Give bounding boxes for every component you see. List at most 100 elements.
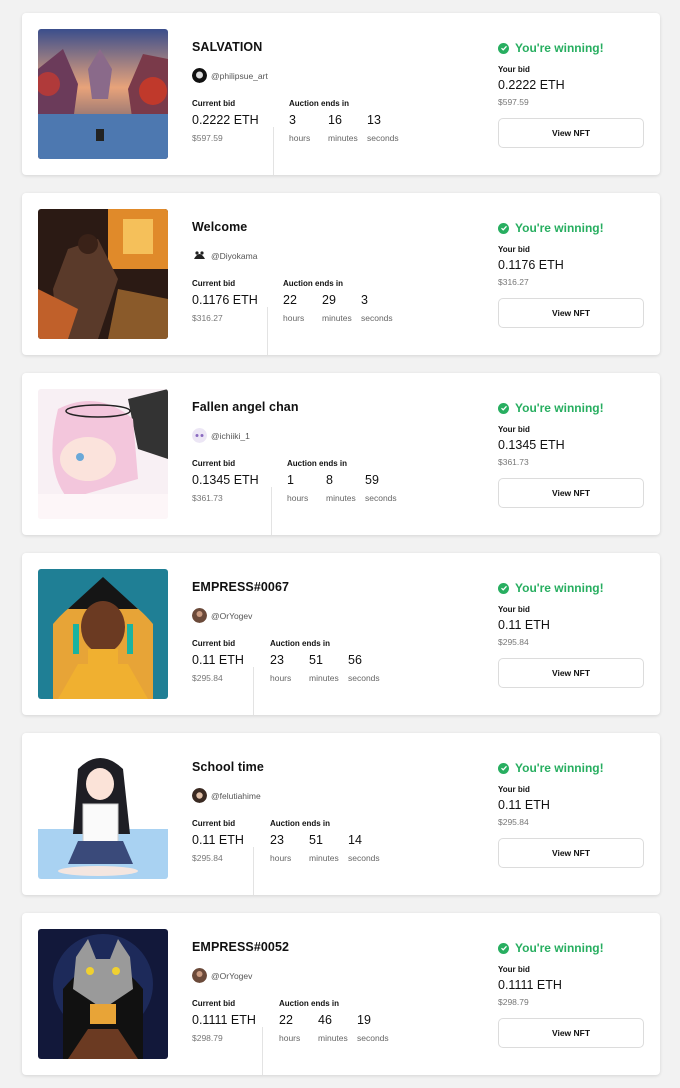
- seconds-value: 14: [348, 833, 362, 847]
- seconds-label: seconds: [367, 133, 399, 143]
- hours-value: 23: [270, 833, 284, 847]
- current-bid-label: Current bid: [192, 459, 236, 468]
- winning-text: You're winning!: [515, 941, 604, 955]
- nft-title[interactable]: EMPRESS#0067: [192, 580, 289, 594]
- your-bid-usd: $298.79: [498, 997, 529, 1007]
- nft-card: Fallen angel chan @ichiiki_1 Current bid…: [22, 373, 660, 535]
- seconds-value: 3: [361, 293, 368, 307]
- your-bid-usd: $295.84: [498, 637, 529, 647]
- your-bid-eth: 0.2222 ETH: [498, 78, 565, 92]
- nft-thumbnail[interactable]: [38, 29, 168, 159]
- nft-thumbnail[interactable]: [38, 389, 168, 519]
- check-circle-icon: [498, 942, 509, 954]
- creator[interactable]: @philipsue_art: [192, 68, 268, 83]
- minutes-label: minutes: [322, 313, 352, 323]
- minutes-value: 51: [309, 833, 323, 847]
- creator[interactable]: @OrYogev: [192, 608, 252, 623]
- hours-value: 3: [289, 113, 296, 127]
- seconds-label: seconds: [365, 493, 397, 503]
- current-bid-label: Current bid: [192, 99, 236, 108]
- current-bid-usd: $361.73: [192, 493, 223, 503]
- minutes-value: 51: [309, 653, 323, 667]
- seconds-label: seconds: [361, 313, 393, 323]
- hours-label: hours: [287, 493, 309, 503]
- nft-thumbnail[interactable]: [38, 749, 168, 879]
- nft-title[interactable]: Welcome: [192, 220, 247, 234]
- current-bid-usd: $597.59: [192, 133, 223, 143]
- nft-title[interactable]: Fallen angel chan: [192, 400, 299, 414]
- auction-timer: Auction ends in 22 hours 29 minutes 3 secon…: [283, 279, 393, 323]
- current-bid: Current bid 0.1345 ETH $361.73: [192, 459, 259, 503]
- creator[interactable]: @OrYogev: [192, 968, 252, 983]
- creator[interactable]: @felutiahime: [192, 788, 261, 803]
- winning-status: You're winning!: [498, 401, 604, 415]
- hours-label: hours: [270, 673, 292, 683]
- your-bid-label: Your bid: [498, 965, 530, 974]
- winning-status: You're winning!: [498, 941, 604, 955]
- your-bid-usd: $316.27: [498, 277, 529, 287]
- winning-text: You're winning!: [515, 761, 604, 775]
- check-circle-icon: [498, 762, 509, 774]
- creator-handle: @Diyokama: [211, 250, 258, 261]
- nft-title[interactable]: SALVATION: [192, 40, 262, 54]
- current-bid-eth: 0.2222 ETH: [192, 113, 259, 127]
- current-bid: Current bid 0.11 ETH $295.84: [192, 819, 244, 863]
- hours-label: hours: [279, 1033, 301, 1043]
- creator-handle: @OrYogev: [211, 970, 253, 981]
- nft-title[interactable]: School time: [192, 760, 264, 774]
- nft-thumbnail[interactable]: [38, 209, 168, 339]
- creator-handle: @OrYogev: [211, 610, 253, 621]
- creator-avatar: [192, 968, 207, 983]
- hours-value: 22: [283, 293, 297, 307]
- winning-status: You're winning!: [498, 581, 604, 595]
- winning-text: You're winning!: [515, 41, 604, 55]
- your-bid-label: Your bid: [498, 245, 530, 254]
- nft-card: Welcome @Diyokama Current bid 0.1176 ETH…: [22, 193, 660, 355]
- winning-status: You're winning!: [498, 761, 604, 775]
- seconds-value: 19: [357, 1013, 371, 1027]
- current-bid-eth: 0.1345 ETH: [192, 473, 259, 487]
- minutes-label: minutes: [326, 493, 356, 503]
- your-bid: Your bid 0.1176 ETH $316.27: [498, 245, 564, 287]
- nft-thumbnail[interactable]: [38, 569, 168, 699]
- minutes-value: 8: [326, 473, 333, 487]
- divider: [271, 487, 272, 535]
- divider: [273, 127, 274, 175]
- nft-thumbnail[interactable]: [38, 929, 168, 1059]
- hours-value: 22: [279, 1013, 293, 1027]
- seconds-label: seconds: [348, 853, 380, 863]
- current-bid-label: Current bid: [192, 279, 236, 288]
- your-bid-label: Your bid: [498, 785, 530, 794]
- winning-text: You're winning!: [515, 221, 604, 235]
- current-bid-usd: $295.84: [192, 853, 223, 863]
- nft-card: EMPRESS#0067 @OrYogev Current bid 0.11 E…: [22, 553, 660, 715]
- current-bid: Current bid 0.11 ETH $295.84: [192, 639, 244, 683]
- seconds-value: 56: [348, 653, 362, 667]
- view-nft-button[interactable]: View NFT: [498, 478, 644, 508]
- minutes-label: minutes: [309, 673, 339, 683]
- creator[interactable]: @Diyokama: [192, 248, 257, 263]
- creator[interactable]: @ichiiki_1: [192, 428, 250, 443]
- minutes-label: minutes: [328, 133, 358, 143]
- creator-handle: @felutiahime: [211, 790, 261, 801]
- hours-label: hours: [283, 313, 305, 323]
- your-bid-label: Your bid: [498, 65, 530, 74]
- view-nft-button[interactable]: View NFT: [498, 838, 644, 868]
- current-bid-label: Current bid: [192, 639, 236, 648]
- view-nft-button[interactable]: View NFT: [498, 658, 644, 688]
- creator-handle: @ichiiki_1: [211, 430, 250, 441]
- divider: [253, 847, 254, 895]
- divider: [253, 667, 254, 715]
- creator-avatar: [192, 608, 207, 623]
- auction-label: Auction ends in: [270, 819, 330, 828]
- view-nft-button[interactable]: View NFT: [498, 118, 644, 148]
- view-nft-button[interactable]: View NFT: [498, 298, 644, 328]
- your-bid-eth: 0.1176 ETH: [498, 258, 564, 272]
- your-bid-eth: 0.1345 ETH: [498, 438, 565, 452]
- minutes-value: 16: [328, 113, 342, 127]
- minutes-value: 29: [322, 293, 336, 307]
- nft-title[interactable]: EMPRESS#0052: [192, 940, 289, 954]
- check-circle-icon: [498, 42, 509, 54]
- current-bid-usd: $316.27: [192, 313, 223, 323]
- view-nft-button[interactable]: View NFT: [498, 1018, 644, 1048]
